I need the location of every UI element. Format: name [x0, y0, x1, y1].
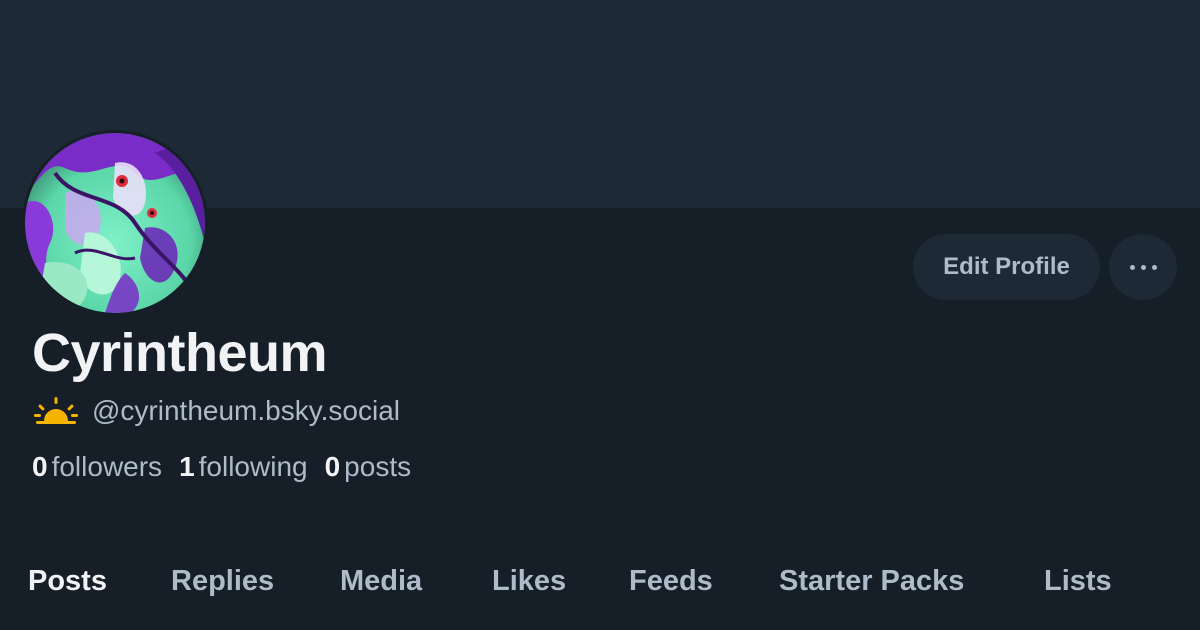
- followers-label: followers: [51, 451, 163, 482]
- followers-count: 0: [32, 451, 48, 482]
- display-name: Cyrintheum: [32, 323, 328, 383]
- profile-tabs: Posts Replies Media Likes Feeds Starter …: [0, 565, 1200, 611]
- followers-stat[interactable]: 0 followers: [32, 451, 162, 483]
- posts-stat: 0 posts: [325, 451, 412, 483]
- handle-row: @cyrintheum.bsky.social: [34, 395, 400, 427]
- tab-likes[interactable]: Likes: [492, 565, 566, 598]
- edit-profile-button[interactable]: Edit Profile: [913, 234, 1100, 300]
- following-label: following: [198, 451, 308, 482]
- more-options-button[interactable]: [1109, 234, 1177, 300]
- tab-lists[interactable]: Lists: [1044, 565, 1112, 598]
- profile-stats: 0 followers 1 following 0 posts: [32, 451, 428, 483]
- following-stat[interactable]: 1 following: [179, 451, 308, 483]
- tab-feeds[interactable]: Feeds: [629, 565, 713, 598]
- tab-starter-packs[interactable]: Starter Packs: [779, 565, 964, 598]
- sunrise-icon: [34, 397, 78, 424]
- posts-count: 0: [324, 451, 341, 482]
- tab-replies[interactable]: Replies: [171, 565, 274, 598]
- tab-media[interactable]: Media: [340, 565, 422, 598]
- avatar[interactable]: [22, 130, 208, 316]
- more-horizontal-icon: [1127, 264, 1160, 270]
- posts-label: posts: [344, 451, 412, 482]
- profile-actions: Edit Profile: [913, 234, 1177, 300]
- handle: @cyrintheum.bsky.social: [92, 395, 400, 426]
- abstract-art-avatar-icon: [25, 133, 205, 313]
- tab-posts[interactable]: Posts: [28, 565, 107, 598]
- following-count: 1: [179, 451, 195, 482]
